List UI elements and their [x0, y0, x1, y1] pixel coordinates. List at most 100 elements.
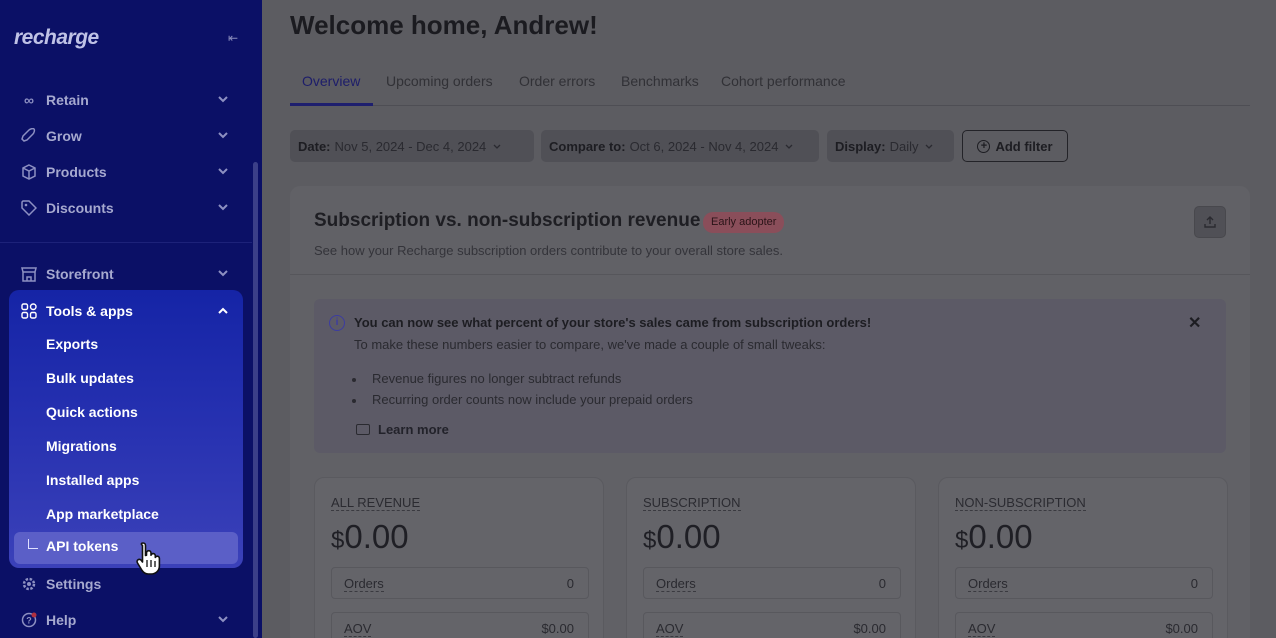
- learn-more-label: Learn more: [378, 422, 449, 437]
- filter-key: Date:: [298, 138, 331, 154]
- tab-benchmarks[interactable]: Benchmarks: [621, 73, 699, 89]
- apps-grid-icon: [20, 302, 38, 320]
- sidebar-item-storefront[interactable]: Storefront: [20, 262, 232, 286]
- card-subtitle: See how your Recharge subscription order…: [314, 243, 783, 258]
- upload-icon: [1204, 216, 1216, 228]
- hand-pointer-cursor-icon: [136, 542, 161, 575]
- filter-key: Compare to:: [549, 138, 626, 154]
- chevron-down-icon: [218, 616, 228, 623]
- metric-label: NON-SUBSCRIPTION: [955, 495, 1086, 511]
- box-icon: [20, 163, 38, 181]
- tree-connector-icon: [28, 539, 38, 549]
- metric-card-all-revenue: ALL REVENUE $0.00 Orders 0 AOV $0.00: [314, 477, 604, 638]
- sidebar-item-tools-apps[interactable]: Tools & apps: [20, 300, 232, 322]
- export-button[interactable]: [1194, 206, 1226, 238]
- sidebar-subitem-quick-actions[interactable]: Quick actions: [46, 402, 138, 422]
- sidebar-item-label: Help: [46, 612, 77, 628]
- sidebar-item-products[interactable]: Products: [20, 160, 232, 184]
- notice-title: You can now see what percent of your sto…: [354, 315, 872, 330]
- main-content: Welcome home, Andrew! Overview Upcoming …: [262, 0, 1276, 638]
- add-filter-label: Add filter: [995, 138, 1053, 154]
- gear-icon: [20, 575, 38, 593]
- sidebar-subitem-exports[interactable]: Exports: [46, 334, 98, 354]
- active-tab-indicator: [290, 103, 373, 106]
- metric-label: ALL REVENUE: [331, 495, 421, 511]
- sidebar-subitem-app-marketplace[interactable]: App marketplace: [46, 504, 159, 524]
- metric-row-orders: Orders 0: [643, 567, 901, 599]
- tab-order-errors[interactable]: Order errors: [519, 73, 595, 89]
- chevron-down-icon: [493, 144, 501, 149]
- sidebar-item-label: Discounts: [46, 200, 114, 216]
- sidebar-subitem-bulk-updates[interactable]: Bulk updates: [46, 368, 134, 388]
- store-icon: [20, 265, 38, 283]
- metric-row-aov: AOV $0.00: [331, 612, 589, 638]
- chevron-down-icon: [218, 204, 228, 211]
- tab-upcoming-orders[interactable]: Upcoming orders: [386, 73, 493, 89]
- metric-label: SUBSCRIPTION: [643, 495, 741, 511]
- page-title: Welcome home, Andrew!: [290, 10, 598, 40]
- sidebar-divider: [0, 242, 252, 243]
- metric-value: $0.00: [955, 518, 1033, 555]
- sidebar-item-grow[interactable]: Grow: [20, 124, 232, 148]
- metric-row-orders: Orders 0: [331, 567, 589, 599]
- sidebar-item-label: Storefront: [46, 266, 114, 282]
- chevron-down-icon: [926, 144, 933, 149]
- sidebar-item-retain[interactable]: ∞ Retain: [20, 88, 232, 112]
- sidebar-item-label: Products: [46, 164, 107, 180]
- learn-more-link[interactable]: Learn more: [356, 422, 449, 437]
- info-notice: i You can now see what percent of your s…: [314, 299, 1226, 453]
- sidebar-subitem-migrations[interactable]: Migrations: [46, 436, 117, 456]
- chevron-down-icon: [785, 144, 793, 149]
- filter-key: Display:: [835, 138, 886, 154]
- sidebar-item-label: Settings: [46, 576, 102, 592]
- infinity-icon: ∞: [24, 92, 34, 108]
- display-filter[interactable]: Display: Daily: [827, 130, 954, 162]
- sidebar-subitem-api-tokens[interactable]: API tokens: [14, 532, 238, 564]
- collapse-sidebar-icon[interactable]: ⇤: [225, 30, 241, 46]
- recharge-logo[interactable]: recharge: [14, 26, 99, 50]
- metric-value: $0.00: [643, 518, 721, 555]
- sidebar-item-label: Grow: [46, 128, 82, 144]
- sidebar-subitem-installed-apps[interactable]: Installed apps: [46, 470, 139, 490]
- filter-value: Oct 6, 2024 - Nov 4, 2024: [629, 138, 779, 154]
- info-icon: i: [329, 315, 345, 331]
- tag-icon: [20, 199, 38, 217]
- card-header-divider: [290, 274, 1250, 275]
- chevron-up-icon: [218, 307, 228, 314]
- sidebar: recharge ⇤ ∞ Retain Grow Products Discou…: [0, 0, 262, 638]
- date-filter[interactable]: Date: Nov 5, 2024 - Dec 4, 2024: [290, 130, 534, 162]
- tools-apps-panel: Tools & apps Exports Bulk updates Quick …: [9, 290, 243, 568]
- sidebar-item-settings[interactable]: Settings: [20, 572, 232, 596]
- notice-bullet: Revenue figures no longer subtract refun…: [351, 371, 621, 386]
- notice-body: To make these numbers easier to compare,…: [354, 337, 826, 352]
- filter-value: Daily: [889, 138, 919, 154]
- tools-apps-label: Tools & apps: [46, 303, 133, 319]
- tab-cohort-performance[interactable]: Cohort performance: [721, 73, 846, 89]
- add-filter-button[interactable]: + Add filter: [962, 130, 1068, 162]
- sidebar-item-discounts[interactable]: Discounts: [20, 196, 232, 220]
- metric-row-aov: AOV $0.00: [643, 612, 901, 638]
- metric-row-aov: AOV $0.00: [955, 612, 1213, 638]
- tab-overview[interactable]: Overview: [302, 73, 360, 89]
- sidebar-scrollbar[interactable]: [253, 162, 258, 638]
- metric-card-subscription: SUBSCRIPTION $0.00 Orders 0 AOV $0.00: [626, 477, 916, 638]
- notice-bullet: Recurring order counts now include your …: [352, 392, 693, 407]
- rocket-icon: [20, 127, 38, 145]
- chevron-down-icon: [218, 96, 228, 103]
- plus-circle-icon: +: [977, 139, 991, 153]
- close-icon[interactable]: ✕: [1188, 313, 1201, 333]
- sidebar-subitem-label: API tokens: [46, 538, 119, 554]
- filter-value: Nov 5, 2024 - Dec 4, 2024: [334, 138, 487, 154]
- card-title: Subscription vs. non-subscription revenu…: [314, 210, 701, 231]
- early-adopter-badge: Early adopter: [703, 212, 785, 233]
- metric-row-orders: Orders 0: [955, 567, 1213, 599]
- help-icon: ?: [20, 611, 38, 629]
- metric-card-non-subscription: NON-SUBSCRIPTION $0.00 Orders 0 AOV $0.00: [938, 477, 1228, 638]
- metric-value: $0.00: [331, 518, 409, 555]
- sidebar-item-label: Retain: [46, 92, 89, 108]
- chevron-down-icon: [218, 270, 228, 277]
- chevron-down-icon: [218, 168, 228, 175]
- sidebar-item-help[interactable]: ? Help: [20, 608, 232, 632]
- revenue-card: Subscription vs. non-subscription revenu…: [290, 186, 1250, 638]
- compare-filter[interactable]: Compare to: Oct 6, 2024 - Nov 4, 2024: [541, 130, 819, 162]
